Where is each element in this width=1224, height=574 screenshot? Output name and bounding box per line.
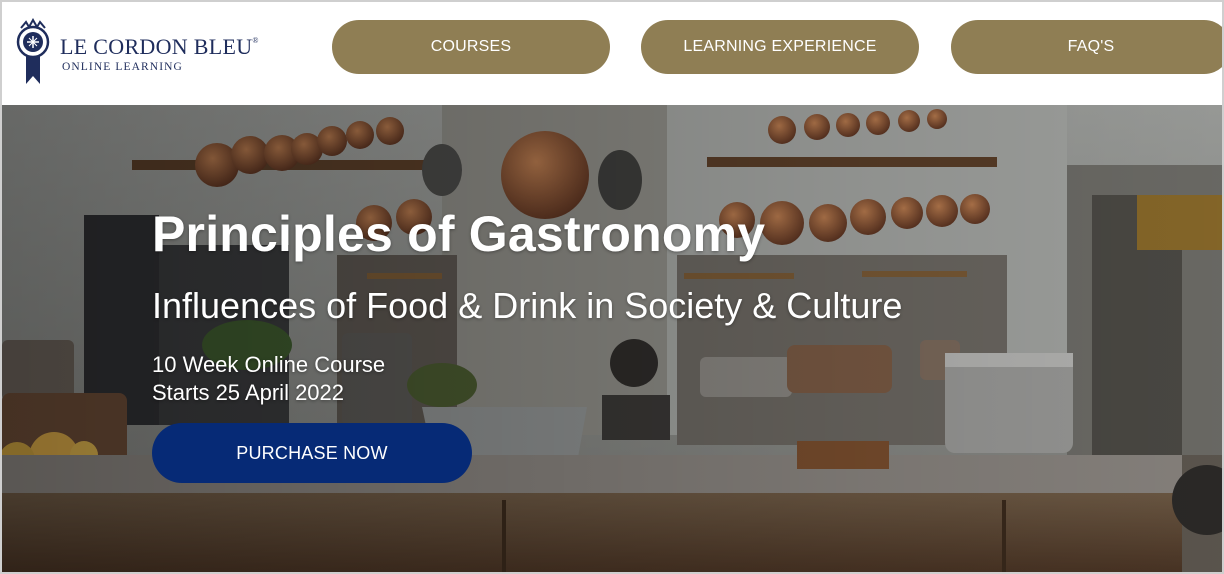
brand-logo[interactable]: LE CORDON BLEU® ONLINE LEARNING	[12, 18, 272, 88]
nav-learning-experience-button[interactable]: LEARNING EXPERIENCE	[641, 20, 919, 74]
page-frame: LE CORDON BLEU® ONLINE LEARNING COURSES …	[0, 0, 1224, 574]
brand-tagline: ONLINE LEARNING	[62, 61, 183, 73]
hero-kitchen-image	[2, 105, 1222, 572]
course-title: Principles of Gastronomy	[152, 206, 766, 262]
hero-banner: Principles of Gastronomy Influences of F…	[2, 105, 1222, 572]
course-duration: 10 Week Online Course	[152, 352, 386, 377]
nav-courses-button[interactable]: COURSES	[332, 20, 610, 74]
crest-icon	[16, 18, 50, 84]
site-header: LE CORDON BLEU® ONLINE LEARNING COURSES …	[2, 2, 1222, 105]
purchase-now-button[interactable]: PURCHASE NOW	[152, 423, 472, 483]
course-subtitle: Influences of Food & Drink in Society & …	[152, 285, 903, 326]
brand-name: LE CORDON BLEU®	[60, 34, 259, 59]
course-start-date: Starts 25 April 2022	[152, 380, 345, 405]
nav-faqs-button[interactable]: FAQ'S	[951, 20, 1222, 74]
